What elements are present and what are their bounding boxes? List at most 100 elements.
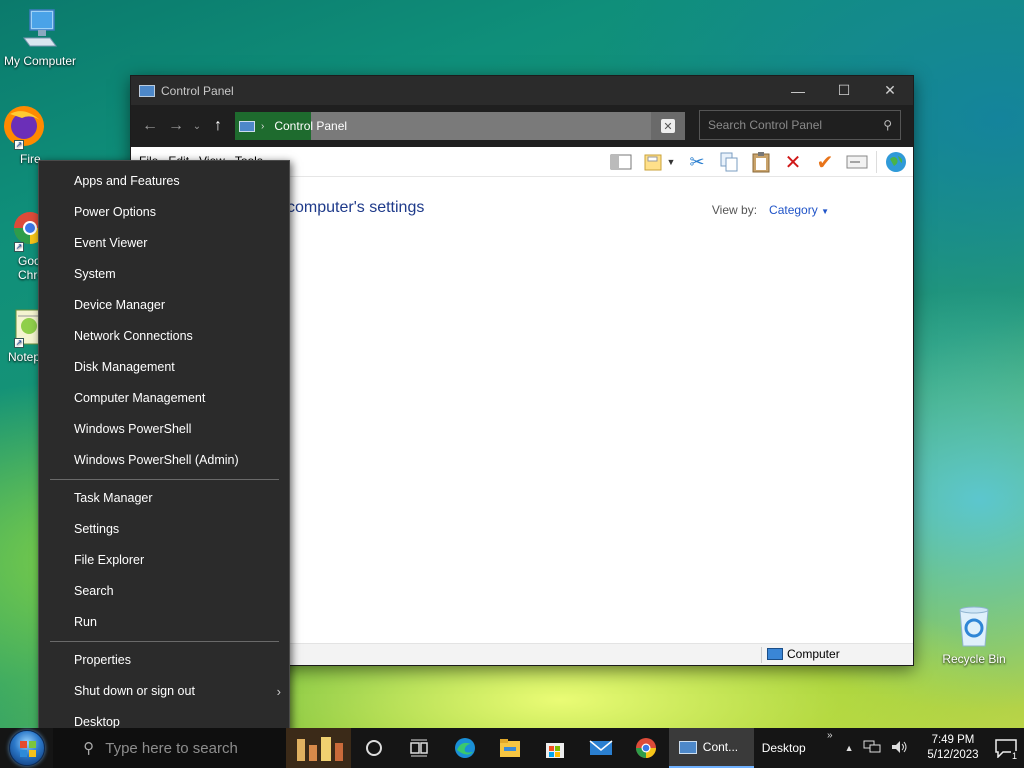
menu-item-disk-management[interactable]: Disk Management <box>39 352 289 383</box>
view-by-value: Category <box>769 203 818 217</box>
search-icon[interactable]: ⚲ <box>883 118 892 132</box>
folder-views-icon[interactable]: ▼ <box>640 149 678 175</box>
breadcrumb-separator-icon: › <box>261 120 265 132</box>
delete-icon[interactable]: ✕ <box>780 149 806 175</box>
arrow-right-icon: → <box>168 117 184 134</box>
show-hidden-icons-icon[interactable]: ▲ <box>845 743 854 753</box>
control-panel-icon <box>678 740 697 754</box>
globe-icon[interactable] <box>883 149 909 175</box>
status-divider <box>761 647 762 663</box>
shortcut-arrow-icon: ↗ <box>14 338 24 348</box>
firefox-icon: ↗ <box>0 104 44 150</box>
cut-icon[interactable]: ✂ <box>684 149 710 175</box>
search-input[interactable] <box>708 118 884 132</box>
taskbar-store[interactable] <box>533 728 578 768</box>
dropdown-arrow-icon: ▼ <box>666 157 676 167</box>
task-view-button[interactable] <box>397 728 442 768</box>
menu-item-file-explorer[interactable]: File Explorer <box>39 545 289 576</box>
window-title: Control Panel <box>161 83 234 98</box>
task-view-icon <box>410 739 429 757</box>
taskbar-control-panel-button[interactable]: Cont... <box>668 728 754 768</box>
minimize-button[interactable]: — <box>775 76 821 105</box>
taskbar-edge[interactable] <box>442 728 487 768</box>
search-box[interactable]: ⚲ <box>699 110 901 140</box>
recycle-bin-icon <box>954 602 994 650</box>
search-icon: ⚲ <box>83 740 95 757</box>
view-by-dropdown[interactable]: Category ▼ <box>769 203 829 217</box>
menu-item-run[interactable]: Run <box>39 607 289 638</box>
back-button[interactable]: ← <box>137 113 163 139</box>
action-center-button[interactable]: 1 <box>988 728 1023 768</box>
menu-item-computer-management[interactable]: Computer Management <box>39 383 289 414</box>
taskbar-mail[interactable] <box>578 728 623 768</box>
view-by-label: View by: <box>711 203 758 217</box>
window-titlebar[interactable]: Control Panel — ☐ ✕ <box>131 76 913 105</box>
double-chevron-icon[interactable]: » <box>827 730 833 741</box>
taskbar-search-placeholder: Type here to search <box>105 739 238 757</box>
mail-icon <box>589 740 613 755</box>
maximize-button[interactable]: ☐ <box>821 76 867 105</box>
address-clear-button[interactable]: ✕ <box>651 112 685 140</box>
status-location: Computer <box>767 647 840 661</box>
edge-icon <box>454 738 475 758</box>
desktop-icon-label: My Computer <box>3 54 77 68</box>
desktop-icon-recycle-bin[interactable]: Recycle Bin <box>934 602 1014 666</box>
copy-icon[interactable] <box>716 149 742 175</box>
desktop-icon-firefox[interactable]: ↗ Fire <box>0 104 44 166</box>
shortcut-arrow-icon: ↗ <box>14 242 24 252</box>
network-icon[interactable] <box>863 740 881 757</box>
toolbar-icons: ▼ ✂ ✕ ✔ <box>608 149 909 175</box>
taskbar-clock[interactable]: 7:49 PM 5/12/2023 <box>917 733 988 763</box>
desktop-icon-my-computer[interactable]: My Computer <box>0 8 80 68</box>
rename-icon[interactable] <box>844 149 870 175</box>
taskbar: ⚲ Type here to search Cont... Desktop » … <box>0 728 1024 768</box>
menu-separator <box>50 641 279 642</box>
menu-item-task-manager[interactable]: Task Manager <box>39 483 289 514</box>
menu-item-power-options[interactable]: Power Options <box>39 197 289 228</box>
arrow-up-icon: ↑ <box>214 117 222 134</box>
taskbar-pinned-toolbar[interactable] <box>286 728 352 768</box>
menu-item-windows-powershell-admin[interactable]: Windows PowerShell (Admin) <box>39 445 289 476</box>
menu-item-system[interactable]: System <box>39 259 289 290</box>
up-button[interactable]: ↑ <box>205 113 231 139</box>
toolbar-divider <box>876 151 877 173</box>
status-location-label: Computer <box>787 647 840 661</box>
taskbar-file-explorer[interactable] <box>487 728 532 768</box>
chevron-right-icon: › <box>276 684 281 699</box>
menu-item-windows-powershell[interactable]: Windows PowerShell <box>39 414 289 445</box>
menu-item-settings[interactable]: Settings <box>39 514 289 545</box>
breadcrumb-control-panel[interactable]: Control Panel <box>274 119 347 133</box>
menu-item-search[interactable]: Search <box>39 576 289 607</box>
system-tray: ▲ <box>845 740 910 757</box>
shortcut-arrow-icon: ↗ <box>14 140 24 150</box>
menu-item-properties[interactable]: Properties <box>39 645 289 676</box>
control-panel-icon <box>139 84 155 97</box>
taskbar-search-box[interactable]: ⚲ Type here to search <box>53 728 287 768</box>
close-icon: ✕ <box>661 119 675 133</box>
menu-item-label: Shut down or sign out <box>74 684 195 698</box>
menu-item-device-manager[interactable]: Device Manager <box>39 290 289 321</box>
power-user-menu: Apps and Features Power Options Event Vi… <box>38 160 290 742</box>
menu-item-network-connections[interactable]: Network Connections <box>39 321 289 352</box>
preview-pane-icon[interactable] <box>608 149 634 175</box>
address-bar[interactable]: › Control Panel ✕ <box>235 112 685 140</box>
desktop-toolbar[interactable]: Desktop » <box>754 728 841 768</box>
chrome-icon <box>636 738 657 758</box>
forward-button[interactable]: → <box>163 113 189 139</box>
volume-icon[interactable] <box>891 740 909 757</box>
folder-icon <box>500 739 521 757</box>
taskbar-chrome[interactable] <box>623 728 668 768</box>
cortana-button[interactable] <box>351 728 396 768</box>
menu-item-event-viewer[interactable]: Event Viewer <box>39 228 289 259</box>
start-button[interactable] <box>0 728 53 768</box>
properties-check-icon[interactable]: ✔ <box>812 149 838 175</box>
pinned-items-icon <box>296 737 343 761</box>
menu-item-apps-and-features[interactable]: Apps and Features <box>39 166 289 197</box>
close-button[interactable]: ✕ <box>867 76 913 105</box>
chevron-down-icon: ▼ <box>821 207 829 216</box>
control-panel-icon <box>239 120 255 132</box>
menu-item-shut-down-or-sign-out[interactable]: Shut down or sign out › <box>39 676 289 707</box>
recent-locations-button[interactable]: ⌄ <box>189 113 205 139</box>
paste-icon[interactable] <box>748 149 774 175</box>
taskbar-window-label: Cont... <box>702 740 739 754</box>
